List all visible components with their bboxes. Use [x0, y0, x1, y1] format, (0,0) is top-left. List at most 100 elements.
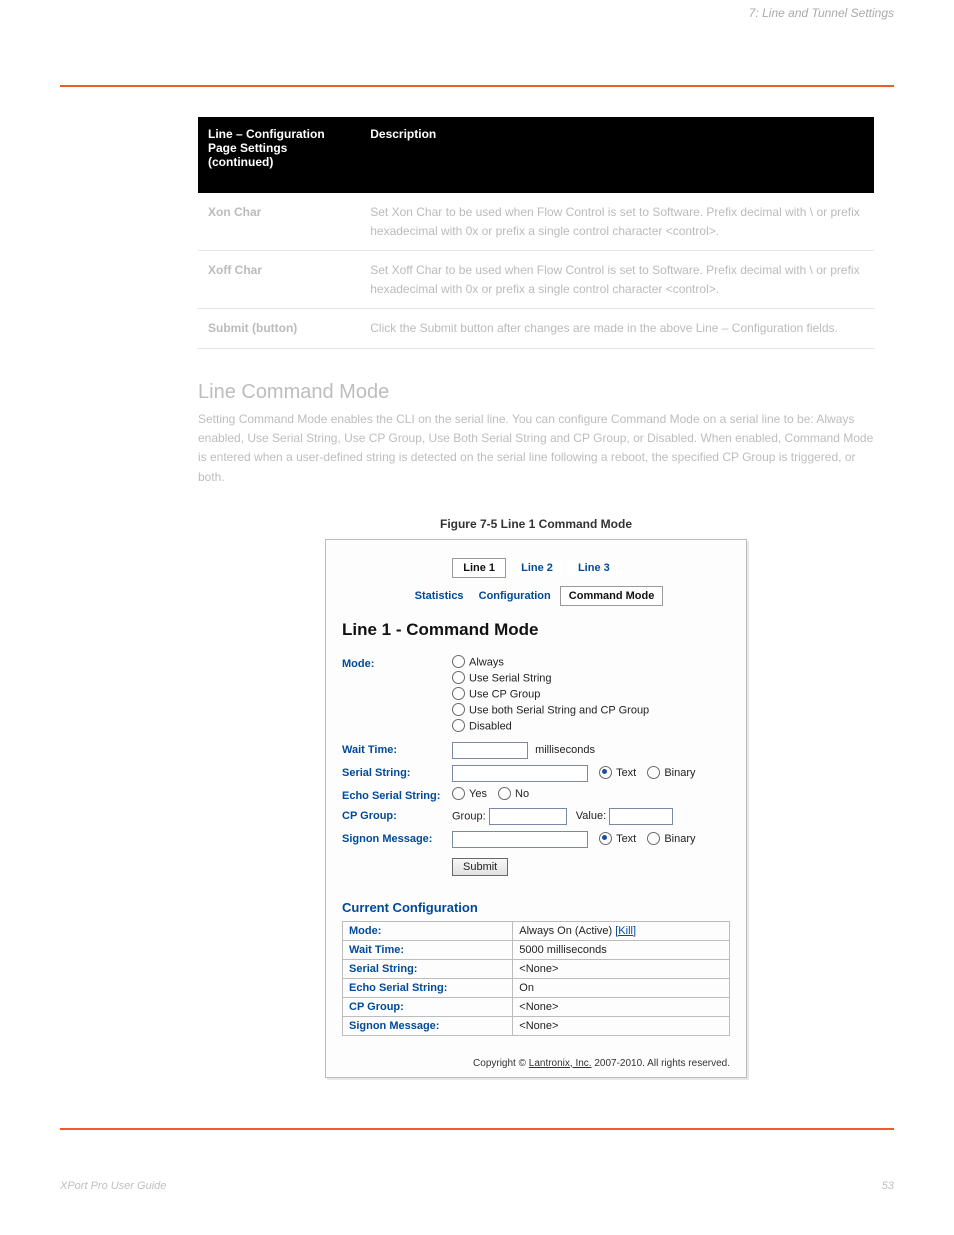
subtab-configuration[interactable]: Configuration [479, 590, 551, 602]
copyright-text: Copyright © Lantronix, Inc. 2007-2010. A… [342, 1058, 730, 1069]
radio-serial-text[interactable] [599, 766, 612, 779]
label-signon: Signon Message: [342, 831, 452, 845]
label-serial-string: Serial String: [342, 765, 452, 779]
current-config-heading: Current Configuration [342, 900, 730, 915]
cc-key: CP Group: [343, 997, 513, 1016]
radio-label: Always [469, 656, 504, 668]
submit-button[interactable]: Submit [452, 858, 508, 876]
lantronix-link[interactable]: Lantronix, Inc. [529, 1058, 592, 1069]
label-cp-group: CP Group: [342, 808, 452, 822]
cp-value-input[interactable] [609, 808, 673, 825]
cc-val: <None> [513, 997, 730, 1016]
row-submit: Submit [342, 854, 730, 876]
radio-serial-binary[interactable] [647, 766, 660, 779]
radio-label: Use Serial String [469, 672, 552, 684]
radio-signon-text[interactable] [599, 832, 612, 845]
field-cell: Xon Char [198, 193, 360, 251]
table-row: Xon Char Set Xon Char to be used when Fl… [198, 193, 874, 251]
footer-left: XPort Pro User Guide [60, 1180, 166, 1192]
tab-line-1[interactable]: Line 1 [452, 558, 506, 578]
sub-tabs: Statistics Configuration Command Mode [342, 586, 730, 606]
cp-group-input[interactable] [489, 808, 567, 825]
radio-mode-always[interactable] [452, 655, 465, 668]
cc-key: Echo Serial String: [343, 978, 513, 997]
label-wait-time: Wait Time: [342, 742, 452, 756]
cc-key: Signon Message: [343, 1016, 513, 1035]
cc-key: Wait Time: [343, 940, 513, 959]
subtab-command-mode[interactable]: Command Mode [560, 586, 664, 606]
hr-top [60, 85, 894, 87]
row-mode: Mode: Always Use Serial String Use CP Gr… [342, 656, 730, 736]
footer-right: 53 [882, 1180, 894, 1192]
ui-screenshot: Line 1 Line 2 Line 3 Statistics Configur… [325, 539, 747, 1078]
table-row: Serial String: <None> [343, 959, 730, 978]
page-header: 7: Line and Tunnel Settings [60, 6, 894, 20]
radio-signon-binary[interactable] [647, 832, 660, 845]
serial-string-input[interactable] [452, 765, 588, 782]
radio-label: Text [616, 767, 636, 779]
field-cell: Xoff Char [198, 251, 360, 309]
cp-group-lbl: Group: [452, 810, 486, 822]
label-mode: Mode: [342, 656, 452, 670]
radio-echo-yes[interactable] [452, 787, 465, 800]
kill-link[interactable]: [Kill] [615, 925, 636, 937]
cp-value-lbl: Value: [576, 810, 606, 822]
subsection-heading: Line Command Mode [198, 381, 874, 404]
label-echo-serial: Echo Serial String: [342, 788, 452, 802]
wait-time-unit: milliseconds [535, 744, 595, 756]
current-config-table: Mode: Always On (Active) [Kill] Wait Tim… [342, 921, 730, 1036]
radio-label: Use both Serial String and CP Group [469, 704, 649, 716]
cc-val: Always On (Active) [Kill] [513, 921, 730, 940]
paragraph-text: Setting Command Mode enables the CLI on … [198, 410, 874, 487]
desc-cell: Set Xon Char to be used when Flow Contro… [360, 193, 874, 251]
desc-cell: Set Xoff Char to be used when Flow Contr… [360, 251, 874, 309]
row-cp-group: CP Group: Group: Value: [342, 808, 730, 825]
cc-val: 5000 milliseconds [513, 940, 730, 959]
table-header-desc: Description [360, 117, 874, 193]
cc-val: On [513, 978, 730, 997]
table-row: CP Group: <None> [343, 997, 730, 1016]
tab-line-2[interactable]: Line 2 [511, 559, 563, 577]
radio-label: Binary [664, 767, 695, 779]
field-cell: Submit (button) [198, 309, 360, 349]
line-tabs: Line 1 Line 2 Line 3 [342, 558, 730, 578]
hr-bottom [60, 1128, 894, 1130]
radio-mode-both[interactable] [452, 703, 465, 716]
signon-input[interactable] [452, 831, 588, 848]
tab-line-3[interactable]: Line 3 [568, 559, 620, 577]
table-row: Submit (button) Click the Submit button … [198, 309, 874, 349]
wait-time-input[interactable] [452, 742, 528, 759]
cc-key: Mode: [343, 921, 513, 940]
radio-mode-cpgroup[interactable] [452, 687, 465, 700]
row-signon: Signon Message: Text Binary [342, 831, 730, 848]
radio-label: Disabled [469, 720, 512, 732]
row-echo-serial: Echo Serial String: Yes No [342, 788, 730, 802]
figure-caption: Figure 7-5 Line 1 Command Mode [198, 517, 874, 531]
definitions-table: Line – Configuration Page Settings (cont… [198, 117, 874, 349]
subtab-statistics[interactable]: Statistics [415, 590, 464, 602]
table-row: Mode: Always On (Active) [Kill] [343, 921, 730, 940]
row-wait-time: Wait Time: milliseconds [342, 742, 730, 759]
cc-key: Serial String: [343, 959, 513, 978]
radio-label: Binary [664, 833, 695, 845]
radio-echo-no[interactable] [498, 787, 511, 800]
table-row: Xoff Char Set Xoff Char to be used when … [198, 251, 874, 309]
radio-label: Text [616, 833, 636, 845]
table-header-field: Line – Configuration Page Settings (cont… [198, 117, 360, 193]
table-row: Wait Time: 5000 milliseconds [343, 940, 730, 959]
desc-cell: Click the Submit button after changes ar… [360, 309, 874, 349]
page-root: 7: Line and Tunnel Settings Line – Confi… [0, 6, 954, 1192]
radio-mode-serial[interactable] [452, 671, 465, 684]
cc-val: <None> [513, 959, 730, 978]
radio-label: Yes [469, 788, 487, 800]
page-footer: XPort Pro User Guide 53 [60, 1180, 894, 1192]
cc-val: <None> [513, 1016, 730, 1035]
radio-label: No [515, 788, 529, 800]
row-serial-string: Serial String: Text Binary [342, 765, 730, 782]
table-row: Echo Serial String: On [343, 978, 730, 997]
radio-label: Use CP Group [469, 688, 540, 700]
radio-mode-disabled[interactable] [452, 719, 465, 732]
body-column: Line – Configuration Page Settings (cont… [198, 117, 874, 1078]
pane-title: Line 1 - Command Mode [342, 620, 730, 640]
table-row: Signon Message: <None> [343, 1016, 730, 1035]
